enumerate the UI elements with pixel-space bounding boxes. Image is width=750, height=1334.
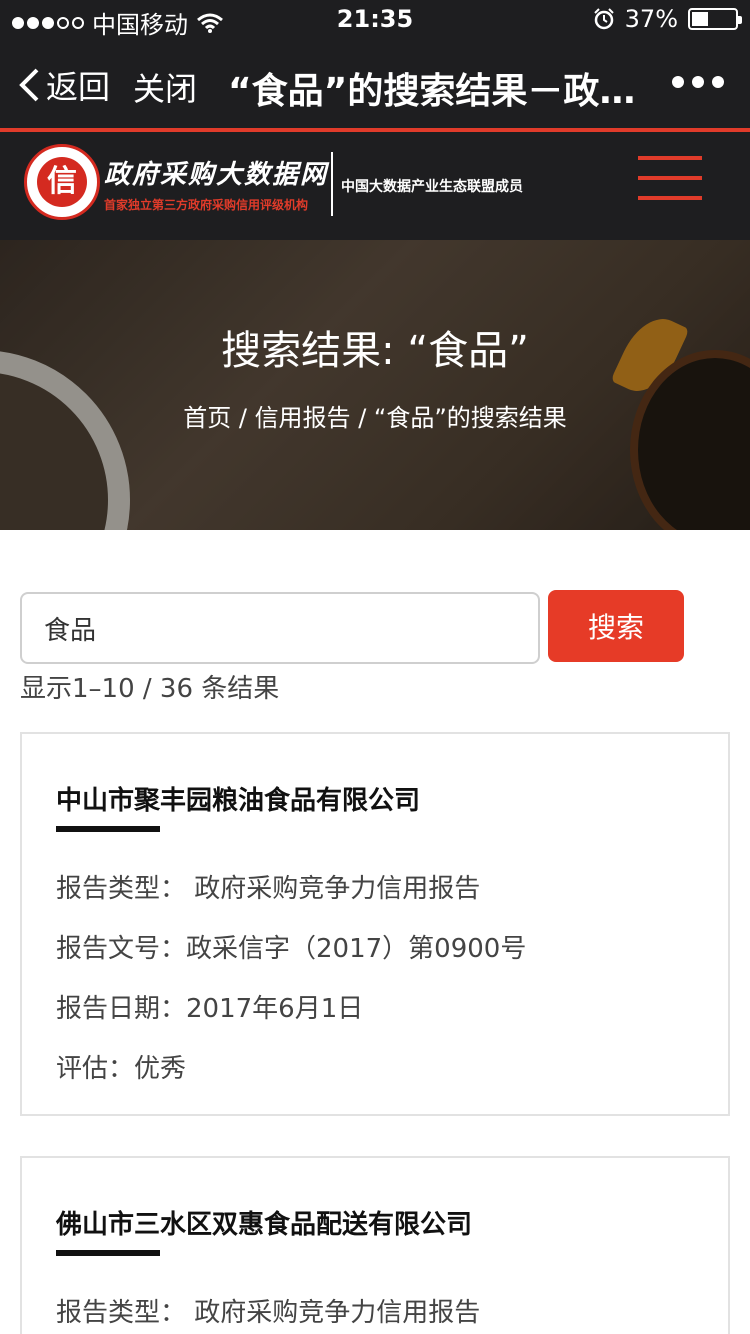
more-options-icon[interactable] [672,76,724,88]
result-card[interactable]: 佛山市三水区双惠食品配送有限公司 报告类型： 政府采购竞争力信用报告 [20,1156,730,1334]
report-type: 报告类型： 政府采购竞争力信用报告 [56,1298,481,1328]
breadcrumb-home-link[interactable]: 首页 [183,404,231,432]
breadcrumb: 首页 / 信用报告 / “食品”的搜索结果 [183,404,567,432]
site-logo-title[interactable]: 政府采购大数据网 [104,154,328,191]
close-button[interactable]: 关闭 [133,64,197,110]
report-number: 报告文号：政采信字（2017）第0900号 [56,934,527,964]
back-label: 返回 [46,68,111,106]
search-results-heading: 搜索结果: “食品” [221,328,529,374]
logo-seal-icon[interactable]: 信 [24,144,100,220]
hero-banner: 搜索结果: “食品” 首页 / 信用报告 / “食品”的搜索结果 [0,240,750,530]
search-button[interactable]: 搜索 [548,590,684,662]
chevron-left-icon [19,68,39,102]
breadcrumb-credit-report-link[interactable]: 信用报告 [255,404,351,432]
alarm-clock-icon [593,8,614,30]
battery-percent: 37% [624,5,678,33]
browser-nav-bar: 返回 关闭 “食品”的搜索结果－政… [0,40,750,128]
result-card[interactable]: 中山市聚丰园粮油食品有限公司 报告类型： 政府采购竞争力信用报告 报告文号：政采… [20,732,730,1116]
site-header: 信 政府采购大数据网 首家独立第三方政府采购信用评级机构 中国大数据产业生态联盟… [0,132,750,240]
hamburger-menu-icon[interactable] [638,156,702,204]
battery-icon [688,8,742,30]
back-button[interactable]: 返回 [18,62,110,108]
report-type: 报告类型： 政府采购竞争力信用报告 [56,874,481,904]
breadcrumb-current: “食品”的搜索结果 [373,404,567,432]
status-bar: 中国移动 21:35 37% [0,0,750,40]
title-underline [56,1250,160,1256]
page-title: “食品”的搜索结果－政… [228,71,636,112]
header-divider [331,152,333,216]
result-company-name[interactable]: 中山市聚丰园粮油食品有限公司 [56,780,420,817]
result-company-name[interactable]: 佛山市三水区双惠食品配送有限公司 [56,1204,472,1241]
alliance-member-text: 中国大数据产业生态联盟成员 [341,179,523,195]
result-count: 显示1–10 / 36 条结果 [20,674,280,704]
rating: 评估：优秀 [56,1054,187,1084]
report-date: 报告日期：2017年6月1日 [56,994,364,1024]
title-underline [56,826,160,832]
search-input[interactable] [20,592,540,664]
site-logo-tagline: 首家独立第三方政府采购信用评级机构 [104,198,309,212]
